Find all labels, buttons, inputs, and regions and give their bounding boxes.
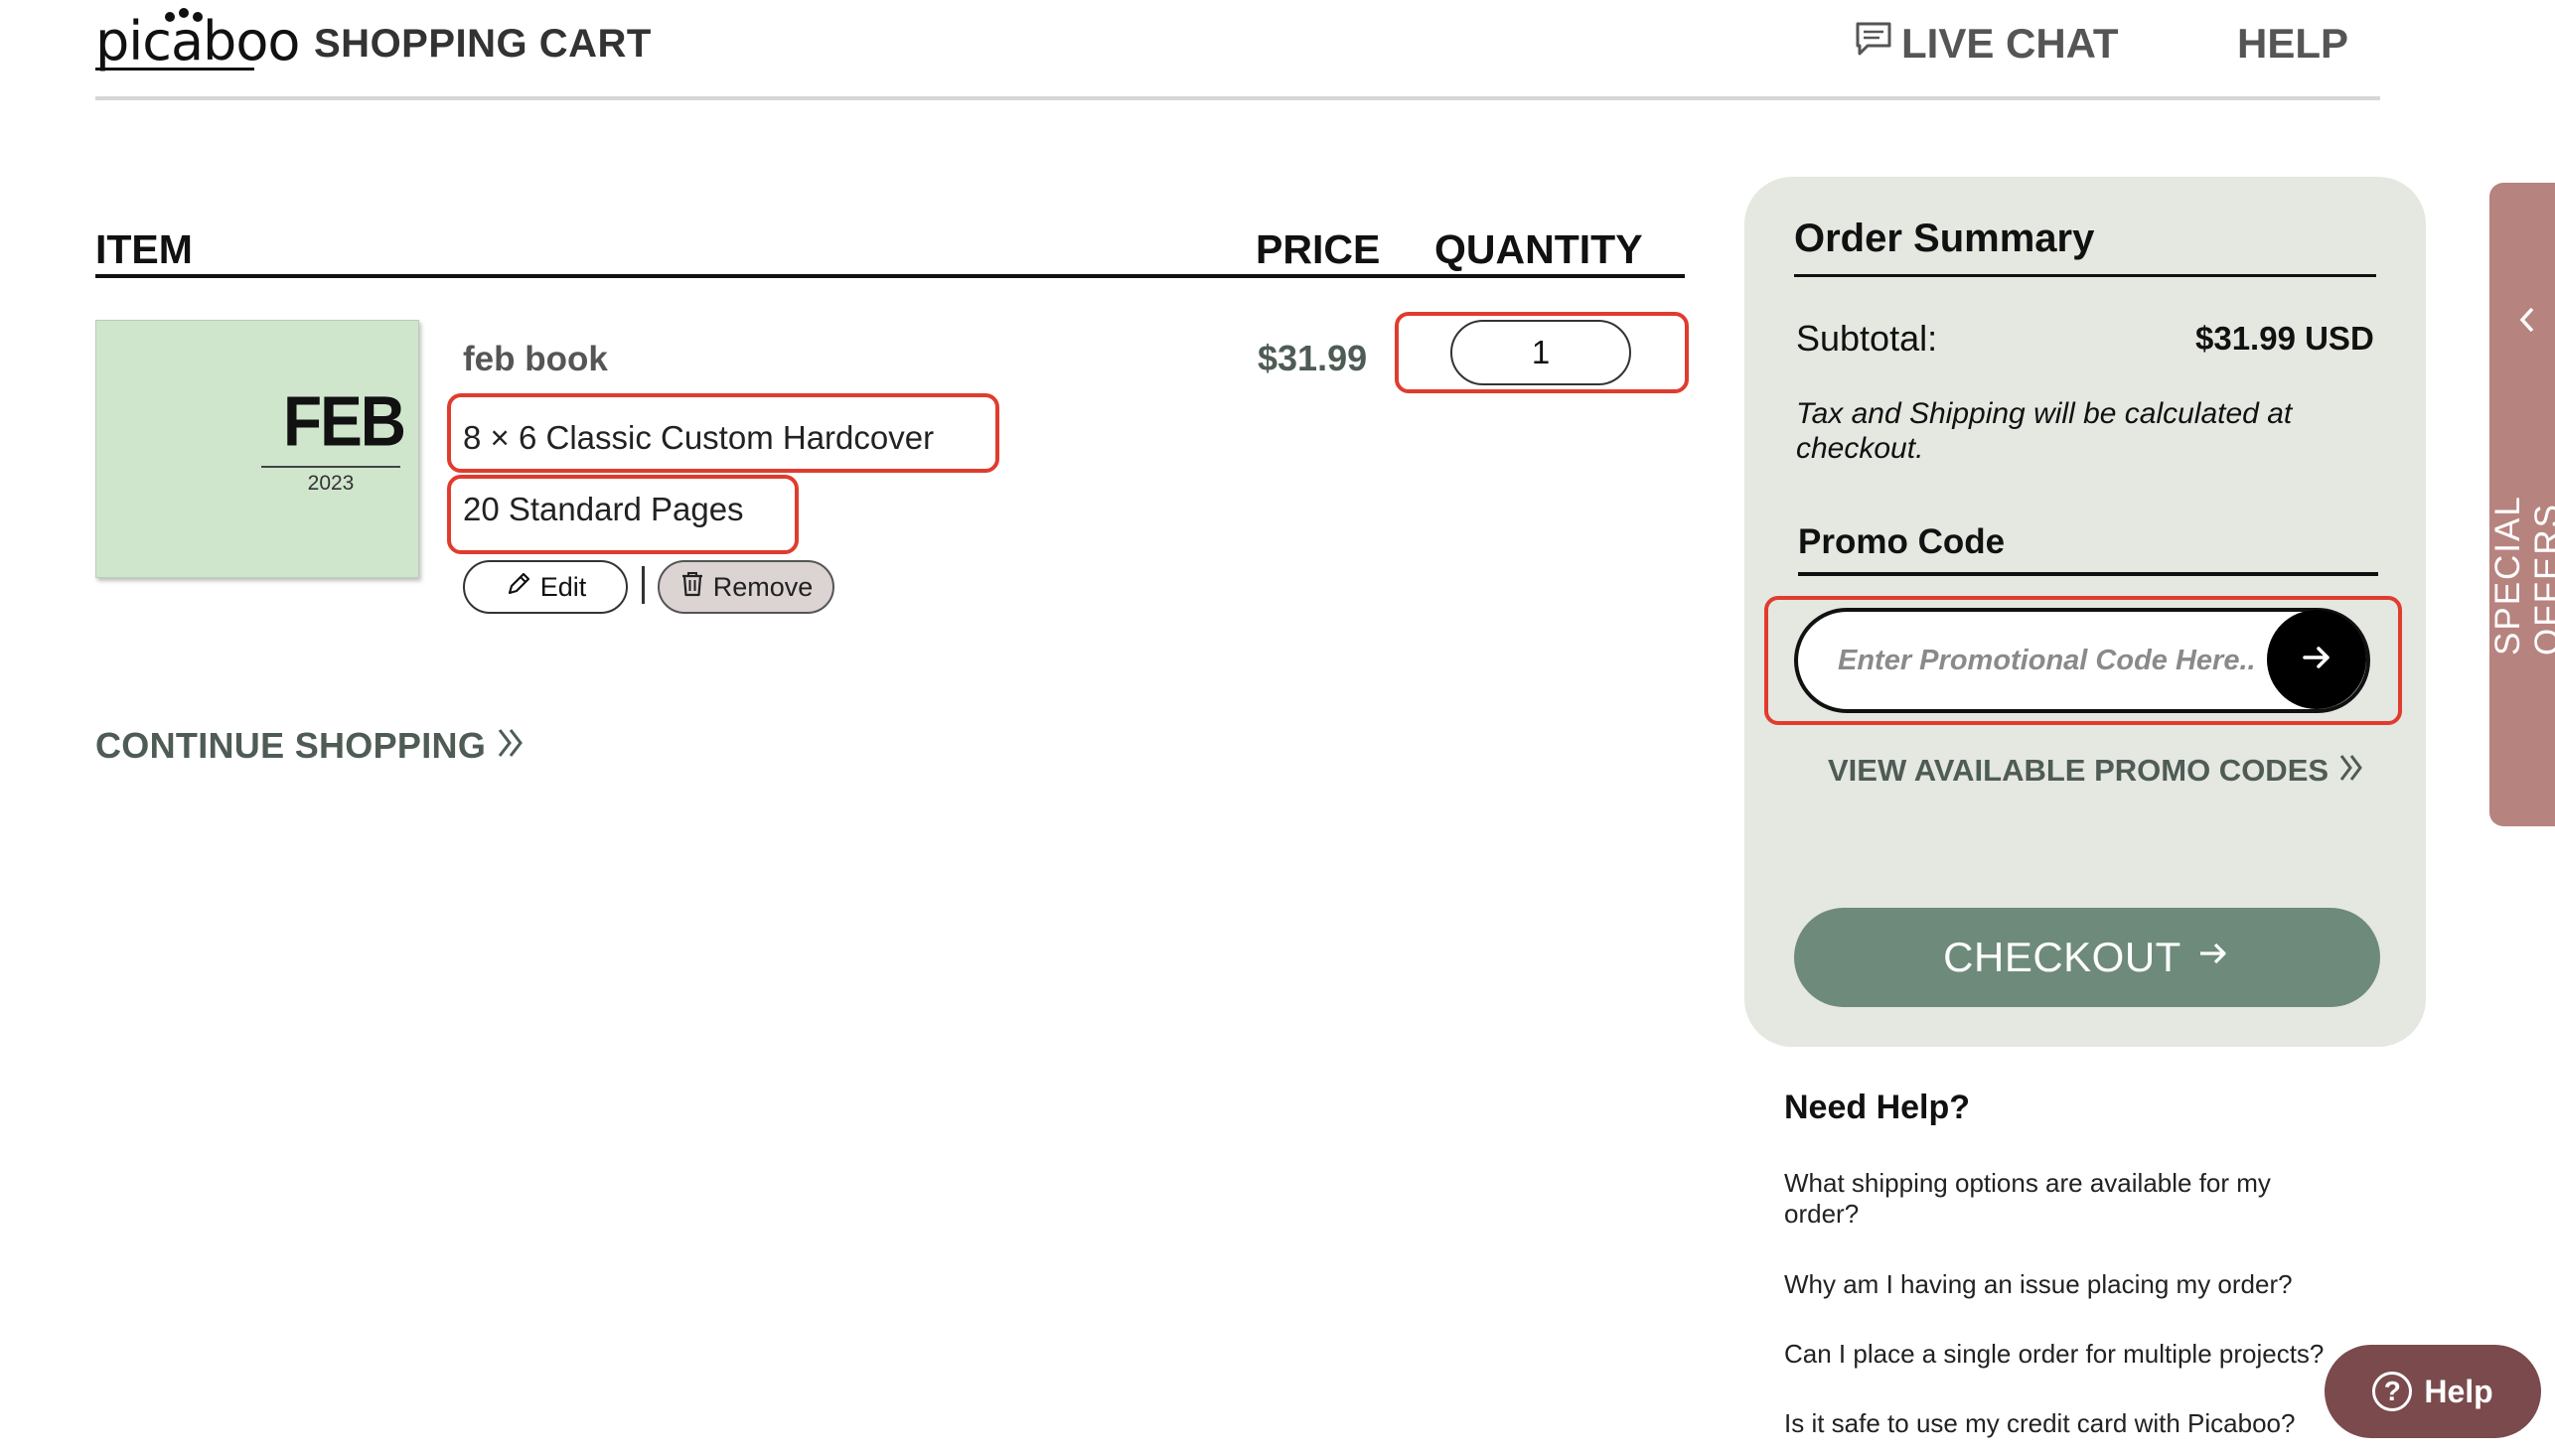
logo-underline <box>95 68 254 71</box>
special-offers-label: SPECIAL OFFERS <box>2488 496 2555 655</box>
item-price: $31.99 <box>1258 338 1368 378</box>
header-divider <box>95 96 2380 100</box>
help-link[interactable]: HELP <box>2237 20 2348 68</box>
double-chevron-right-icon <box>496 725 526 766</box>
question-mark-icon: ? <box>2372 1372 2413 1411</box>
page-title: SHOPPING CART <box>314 22 652 66</box>
live-chat-label: LIVE CHAT <box>1901 20 2119 67</box>
checkout-button[interactable]: CHECKOUT <box>1794 908 2380 1007</box>
arrow-right-icon <box>2297 638 2336 682</box>
remove-label: Remove <box>712 571 814 602</box>
faq-link-shipping[interactable]: What shipping options are available for … <box>1784 1168 2340 1230</box>
edit-label: Edit <box>539 571 587 602</box>
subtotal-value: $31.99 USD <box>2195 320 2374 357</box>
action-separator <box>642 566 645 604</box>
order-summary-divider <box>1794 274 2376 277</box>
promo-code-divider <box>1798 572 2378 576</box>
view-promo-codes-label: VIEW AVAILABLE PROMO CODES <box>1828 753 2330 788</box>
continue-shopping-link[interactable]: CONTINUE SHOPPING <box>95 725 526 767</box>
logo-dot <box>179 8 189 18</box>
product-thumbnail[interactable]: FEB 2023 <box>95 320 419 578</box>
faq-link-credit-card[interactable]: Is it safe to use my credit card with Pi… <box>1784 1408 2340 1439</box>
view-promo-codes-link[interactable]: VIEW AVAILABLE PROMO CODES <box>1828 753 2365 789</box>
edit-button[interactable]: Edit <box>463 560 628 614</box>
continue-shopping-label: CONTINUE SHOPPING <box>95 725 487 766</box>
logo-dot <box>193 12 203 22</box>
tax-shipping-note: Tax and Shipping will be calculated at c… <box>1796 397 2293 465</box>
thumbnail-divider <box>261 466 400 468</box>
column-price: PRICE <box>1256 226 1381 272</box>
order-summary-title: Order Summary <box>1794 217 2095 260</box>
help-widget-label: Help <box>2424 1373 2493 1409</box>
logo-dot <box>165 12 175 22</box>
thumbnail-year: 2023 <box>307 472 355 495</box>
help-widget-button[interactable]: ? Help <box>2325 1345 2541 1438</box>
quantity-input[interactable] <box>1450 320 1631 385</box>
column-item: ITEM <box>95 226 193 272</box>
chat-bubble-icon <box>1854 20 1893 68</box>
need-help-title: Need Help? <box>1784 1089 1971 1126</box>
thumbnail-title: FEB <box>283 380 406 462</box>
product-option-size: 8 × 6 Classic Custom Hardcover <box>463 419 935 456</box>
promo-submit-button[interactable] <box>2267 610 2366 709</box>
pencil-icon <box>505 570 532 605</box>
promo-code-title: Promo Code <box>1798 522 2006 561</box>
column-quantity: QUANTITY <box>1434 226 1643 272</box>
trash-icon <box>679 570 705 605</box>
faq-link-multiple-projects[interactable]: Can I place a single order for multiple … <box>1784 1339 2340 1370</box>
arrow-right-icon <box>2195 934 2231 981</box>
product-name[interactable]: feb book <box>463 340 608 379</box>
chevron-left-icon <box>2513 304 2543 341</box>
table-header-divider <box>95 274 1685 278</box>
subtotal-label: Subtotal: <box>1796 318 1938 359</box>
double-chevron-right-icon <box>2337 753 2365 788</box>
remove-button[interactable]: Remove <box>658 560 834 614</box>
product-option-pages: 20 Standard Pages <box>463 491 744 527</box>
live-chat-link[interactable]: LIVE CHAT <box>1854 20 2119 68</box>
checkout-label: CHECKOUT <box>1943 934 2181 980</box>
faq-link-order-issue[interactable]: Why am I having an issue placing my orde… <box>1784 1269 2340 1300</box>
